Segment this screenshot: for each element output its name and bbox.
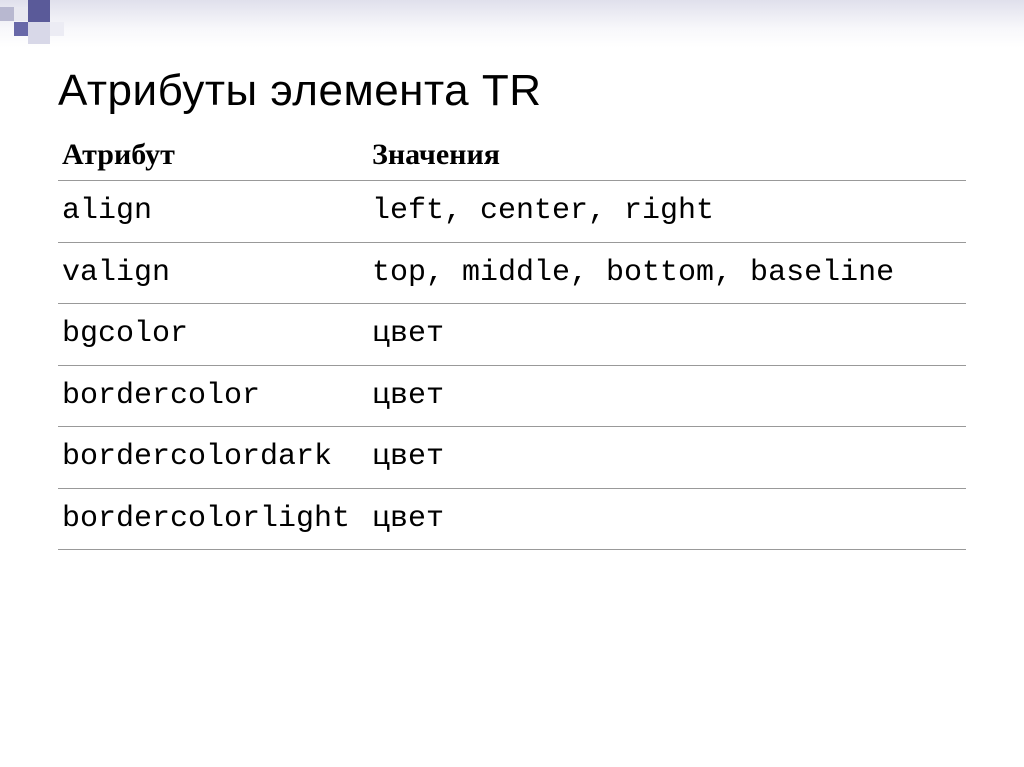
- cell-attribute: align: [58, 181, 368, 243]
- slide-content: Атрибуты элемента TR Атрибут Значения al…: [0, 0, 1024, 550]
- table-header-row: Атрибут Значения: [58, 134, 966, 181]
- cell-value: цвет: [368, 365, 966, 427]
- cell-value: top, middle, bottom, baseline: [368, 242, 966, 304]
- table-row: bordercolor цвет: [58, 365, 966, 427]
- cell-attribute: valign: [58, 242, 368, 304]
- table-row: bordercolorlight цвет: [58, 488, 966, 550]
- table-row: valign top, middle, bottom, baseline: [58, 242, 966, 304]
- header-values: Значения: [368, 134, 966, 181]
- cell-attribute: bordercolordark: [58, 427, 368, 489]
- header-attribute: Атрибут: [58, 134, 368, 181]
- cell-attribute: bgcolor: [58, 304, 368, 366]
- cell-value: left, center, right: [368, 181, 966, 243]
- cell-attribute: bordercolorlight: [58, 488, 368, 550]
- table-row: bgcolor цвет: [58, 304, 966, 366]
- cell-value: цвет: [368, 427, 966, 489]
- cell-value: цвет: [368, 488, 966, 550]
- corner-squares-decoration: [0, 0, 80, 50]
- slide-title: Атрибуты элемента TR: [58, 66, 966, 116]
- cell-attribute: bordercolor: [58, 365, 368, 427]
- table-row: align left, center, right: [58, 181, 966, 243]
- attributes-table: Атрибут Значения align left, center, rig…: [58, 134, 966, 550]
- cell-value: цвет: [368, 304, 966, 366]
- table-row: bordercolordark цвет: [58, 427, 966, 489]
